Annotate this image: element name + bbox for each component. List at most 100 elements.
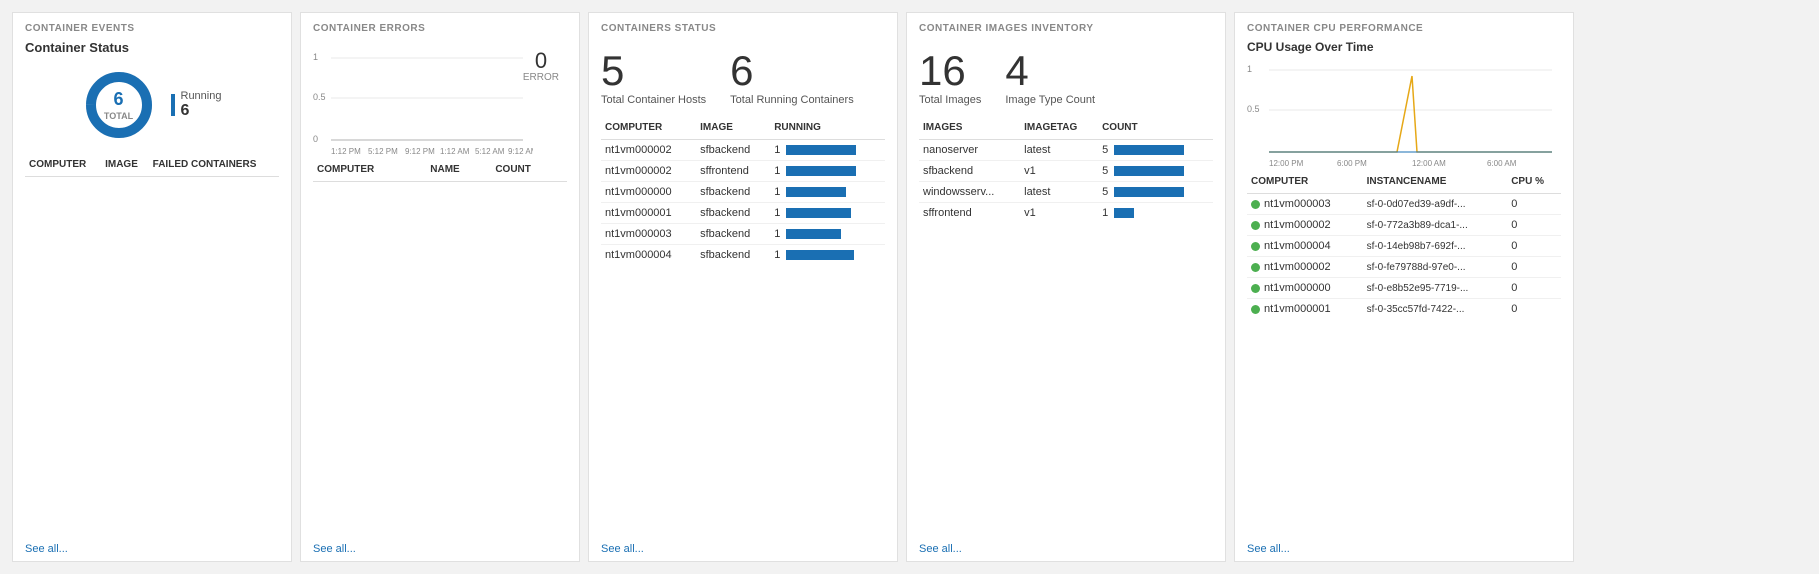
- status-running: 1: [770, 224, 885, 245]
- img-count: 5: [1098, 140, 1213, 161]
- img-count: 5: [1098, 182, 1213, 203]
- status-computer: nt1vm000001: [601, 203, 696, 224]
- events-see-all[interactable]: See all...: [25, 535, 279, 555]
- cpu-chart: 1 0.5 12:00 PM 6:00 PM 12:00 AM 6:00 AM: [1247, 58, 1561, 168]
- errors-col-computer: COMPUTER: [313, 160, 426, 182]
- running-bar: [786, 145, 856, 155]
- table-row: nt1vm000004 sfbackend 1: [601, 245, 885, 266]
- events-col-image: IMAGE: [101, 155, 149, 177]
- status-running: 1: [770, 182, 885, 203]
- count-bar: [1114, 208, 1134, 218]
- img-tag: v1: [1020, 161, 1098, 182]
- table-row: nt1vm000002 sffrontend 1: [601, 161, 885, 182]
- table-row: nt1vm000001 sf-0-35cc57fd-7422-... 0: [1247, 299, 1561, 320]
- cpu-col-instance: INSTANCENAME: [1363, 172, 1508, 194]
- img-name: sffrontend: [919, 203, 1020, 224]
- stat-hosts-num: 5: [601, 48, 706, 94]
- status-panel-title: CONTAINERS STATUS: [601, 23, 885, 34]
- stat-running-label: Total Running Containers: [730, 94, 854, 106]
- cpu-value: 0: [1507, 236, 1561, 257]
- images-col-count: COUNT: [1098, 118, 1213, 140]
- error-label: ERROR: [523, 72, 559, 83]
- status-col-running: RUNNING: [770, 118, 885, 140]
- events-table: COMPUTER IMAGE FAILED CONTAINERS: [25, 155, 279, 177]
- status-dot: [1251, 242, 1260, 251]
- error-chart: 0 ERROR 1 0.5 0 1:12 PM 5:12 PM 9:12 PM …: [313, 46, 567, 156]
- images-table: IMAGES IMAGETAG COUNT nanoserver latest …: [919, 118, 1213, 223]
- svg-text:5:12 PM: 5:12 PM: [368, 147, 398, 156]
- errors-col-count: COUNT: [491, 160, 567, 182]
- img-tag: latest: [1020, 140, 1098, 161]
- errors-col-name: NAME: [426, 160, 491, 182]
- status-computer: nt1vm000004: [601, 245, 696, 266]
- status-image: sffrontend: [696, 161, 770, 182]
- images-panel: CONTAINER IMAGES INVENTORY 16 Total Imag…: [906, 12, 1226, 562]
- status-computer: nt1vm000002: [601, 161, 696, 182]
- status-dot: [1251, 221, 1260, 230]
- table-row: nt1vm000003 sf-0-0d07ed39-a9df-... 0: [1247, 194, 1561, 215]
- table-row: nt1vm000003 sfbackend 1: [601, 224, 885, 245]
- table-row: nt1vm000000 sf-0-e8b52e95-7719-... 0: [1247, 278, 1561, 299]
- img-tag: latest: [1020, 182, 1098, 203]
- img-count: 1: [1098, 203, 1213, 224]
- img-tag: v1: [1020, 203, 1098, 224]
- status-image: sfbackend: [696, 140, 770, 161]
- status-dot: [1251, 284, 1260, 293]
- container-errors-panel: CONTAINER ERRORS 0 ERROR 1 0.5 0 1:12 PM…: [300, 12, 580, 562]
- status-col-image: IMAGE: [696, 118, 770, 140]
- stat-image-types-num: 4: [1005, 48, 1095, 94]
- cpu-instance: sf-0-772a3b89-dca1-...: [1363, 215, 1508, 236]
- table-row: nt1vm000002 sf-0-772a3b89-dca1-... 0: [1247, 215, 1561, 236]
- running-legend: Running 6: [171, 90, 222, 120]
- img-name: windowsserv...: [919, 182, 1020, 203]
- svg-text:6:00 PM: 6:00 PM: [1337, 159, 1367, 168]
- containers-status-panel: CONTAINERS STATUS 5 Total Container Host…: [588, 12, 898, 562]
- status-running: 1: [770, 203, 885, 224]
- running-value: 6: [181, 102, 222, 120]
- events-panel-title: CONTAINER EVENTS: [25, 23, 279, 34]
- stat-hosts-label: Total Container Hosts: [601, 94, 706, 106]
- stat-hosts: 5 Total Container Hosts: [601, 48, 706, 106]
- status-running: 1: [770, 245, 885, 266]
- status-computer: nt1vm000003: [601, 224, 696, 245]
- cpu-instance: sf-0-35cc57fd-7422-...: [1363, 299, 1508, 320]
- status-col-computer: COMPUTER: [601, 118, 696, 140]
- cpu-table: COMPUTER INSTANCENAME CPU % nt1vm000003 …: [1247, 172, 1561, 319]
- svg-text:0.5: 0.5: [313, 92, 326, 102]
- events-subtitle: Container Status: [25, 40, 279, 55]
- errors-table: COMPUTER NAME COUNT: [313, 160, 567, 182]
- status-image: sfbackend: [696, 245, 770, 266]
- errors-see-all[interactable]: See all...: [313, 535, 567, 555]
- images-see-all[interactable]: See all...: [919, 535, 1213, 555]
- errors-panel-title: CONTAINER ERRORS: [313, 23, 567, 34]
- status-table: COMPUTER IMAGE RUNNING nt1vm000002 sfbac…: [601, 118, 885, 265]
- status-dot: [1251, 305, 1260, 314]
- cpu-panel-title: CONTAINER CPU PERFORMANCE: [1247, 23, 1561, 34]
- cpu-computer: nt1vm000004: [1247, 236, 1363, 257]
- cpu-value: 0: [1507, 257, 1561, 278]
- cpu-instance: sf-0-e8b52e95-7719-...: [1363, 278, 1508, 299]
- donut-chart: 6 TOTAL: [83, 69, 155, 141]
- table-row: nt1vm000002 sf-0-fe79788d-97e0-... 0: [1247, 257, 1561, 278]
- running-bar: [786, 229, 841, 239]
- cpu-see-all[interactable]: See all...: [1247, 535, 1561, 555]
- svg-text:1:12 PM: 1:12 PM: [331, 147, 361, 156]
- stat-running-num: 6: [730, 48, 854, 94]
- cpu-chart-title: CPU Usage Over Time: [1247, 40, 1561, 54]
- images-big-stats: 16 Total Images 4 Image Type Count: [919, 40, 1213, 114]
- legend-text: Running 6: [181, 90, 222, 120]
- count-bar: [1114, 187, 1184, 197]
- cpu-computer: nt1vm000002: [1247, 215, 1363, 236]
- running-bar: [786, 250, 854, 260]
- svg-text:6:00 AM: 6:00 AM: [1487, 159, 1517, 168]
- cpu-col-cpu: CPU %: [1507, 172, 1561, 194]
- img-name: sfbackend: [919, 161, 1020, 182]
- events-col-computer: COMPUTER: [25, 155, 101, 177]
- running-label: Running: [181, 90, 222, 102]
- status-see-all[interactable]: See all...: [601, 535, 885, 555]
- status-big-stats: 5 Total Container Hosts 6 Total Running …: [601, 40, 885, 114]
- cpu-computer: nt1vm000001: [1247, 299, 1363, 320]
- cpu-svg-chart: 1 0.5 12:00 PM 6:00 PM 12:00 AM 6:00 AM: [1247, 58, 1557, 168]
- svg-text:1: 1: [1247, 64, 1252, 74]
- cpu-instance: sf-0-0d07ed39-a9df-...: [1363, 194, 1508, 215]
